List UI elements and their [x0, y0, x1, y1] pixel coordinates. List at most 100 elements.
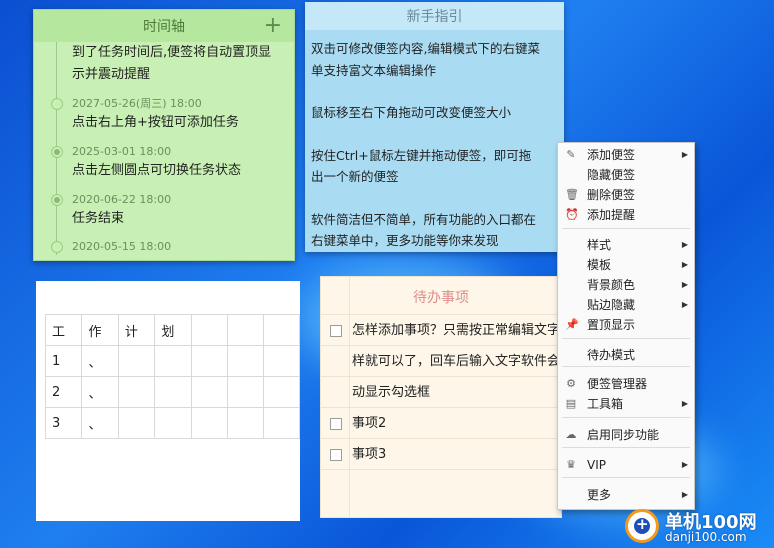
- menu-separator: [562, 477, 690, 478]
- menu-item[interactable]: 🗑 删除便签: [558, 185, 694, 205]
- table-cell[interactable]: [154, 407, 192, 439]
- menu-separator: [562, 366, 690, 367]
- todo-item[interactable]: 怎样添加事项？只需按正常编辑文字: [321, 315, 561, 346]
- timeline-task: 点击右上角+按钮可添加任务: [72, 115, 239, 130]
- table-cell[interactable]: [226, 314, 264, 346]
- guide-line: 单支持富文本编辑操作: [311, 62, 437, 78]
- guide-body: 双击可修改便签内容,编辑模式下的右键菜 单支持富文本编辑操作 鼠标移至右下角拖动…: [305, 30, 564, 252]
- context-menu: ✎ 添加便签 ▶ 隐藏便签 🗑 删除便签 ⏰ 添加提醒 样式 ▶ 模板 ▶ 背景颜色 ▶ 贴边隐藏 ▶ 📌 置顶显…: [557, 142, 695, 510]
- menu-item[interactable]: 背景颜色 ▶: [558, 275, 694, 295]
- timeline-task: 点击左侧圆点可切换任务状态: [72, 163, 242, 178]
- timeline-date: 2027-05-26(周三) 18:00: [72, 97, 202, 110]
- crown-icon: ♛: [566, 458, 576, 471]
- table-cell[interactable]: 、: [81, 345, 119, 377]
- todo-checkbox[interactable]: [330, 418, 342, 430]
- menu-item[interactable]: 隐藏便签: [558, 165, 694, 185]
- table-cell[interactable]: [190, 376, 228, 408]
- trash-icon: 🗑: [565, 188, 579, 201]
- table-cell[interactable]: [190, 345, 228, 377]
- todo-note[interactable]: 待办事项 怎样添加事项？只需按正常编辑文字 样就可以了，回车后输入文字软件会 动显示…: [320, 276, 562, 518]
- timeline-task: 任务结束: [72, 211, 125, 226]
- menu-item-label: 隐藏便签: [587, 168, 636, 182]
- table-cell[interactable]: [154, 376, 192, 408]
- add-note-icon: ✎: [566, 148, 576, 161]
- menu-item-label: 样式: [587, 238, 612, 252]
- gear-icon: ⚙: [566, 377, 576, 390]
- guide-paragraph: 按住Ctrl+鼠标左键并拖动便签，即可拖 出一个新的便签: [311, 145, 558, 188]
- menu-item[interactable]: 📌 置顶显示: [558, 315, 694, 335]
- menu-item-label: 贴边隐藏: [587, 298, 636, 312]
- table-cell[interactable]: [190, 407, 228, 439]
- todo-item[interactable]: 动显示勾选框: [321, 377, 561, 408]
- plan-table[interactable]: 工作计划 1、 2、 3、: [44, 314, 301, 439]
- table-cell[interactable]: [262, 345, 301, 377]
- table-cell[interactable]: [262, 376, 301, 408]
- table-cell[interactable]: [154, 345, 192, 377]
- todo-item[interactable]: 事项3: [321, 439, 561, 470]
- guide-line: 软件简洁但不简单，所有功能的入口都在: [311, 211, 537, 227]
- table-row: 工作计划: [44, 314, 301, 346]
- menu-item-label: 便签管理器: [587, 377, 648, 391]
- watermark-url: danji100.com: [665, 530, 747, 544]
- table-cell[interactable]: [117, 376, 156, 408]
- menu-item[interactable]: ♛ VIP ▶: [558, 455, 694, 475]
- plus-icon[interactable]: +: [264, 12, 282, 40]
- todo-item[interactable]: 样就可以了，回车后输入文字软件会: [321, 346, 561, 377]
- todo-text: 怎样添加事项？只需按正常编辑文字: [352, 323, 561, 338]
- timeline-status-dot[interactable]: [51, 98, 63, 110]
- table-cell[interactable]: [262, 314, 301, 346]
- table-cell[interactable]: [226, 376, 264, 408]
- menu-item[interactable]: 更多 ▶: [558, 485, 694, 505]
- timeline-top-text: 到了任务时间后,便签将自动置顶显: [72, 45, 272, 60]
- table-cell[interactable]: 计: [117, 314, 156, 346]
- menu-item-label: 工具箱: [587, 397, 624, 411]
- menu-item[interactable]: ☁ 启用同步功能: [558, 425, 694, 445]
- timeline-status-dot[interactable]: [51, 146, 63, 158]
- timeline-item: 2020-05-15 18:00: [51, 238, 284, 255]
- menu-item[interactable]: 模板 ▶: [558, 255, 694, 275]
- table-cell[interactable]: [226, 407, 264, 439]
- table-note[interactable]: 工作计划 1、 2、 3、: [36, 281, 301, 521]
- table-cell[interactable]: 、: [81, 376, 119, 408]
- chevron-right-icon: ▶: [681, 490, 688, 499]
- menu-item-label: 置顶显示: [587, 318, 636, 332]
- menu-item[interactable]: ⏰ 添加提醒: [558, 205, 694, 225]
- menu-item-label: 背景颜色: [587, 278, 636, 292]
- table-cell[interactable]: [117, 345, 156, 377]
- timeline-date: 2025-03-01 18:00: [72, 145, 172, 158]
- menu-item[interactable]: ▤ 工具箱 ▶: [558, 394, 694, 414]
- table-cell[interactable]: 2: [44, 376, 83, 408]
- menu-item[interactable]: ⚙ 便签管理器: [558, 374, 694, 394]
- menu-item[interactable]: 样式 ▶: [558, 235, 694, 255]
- table-cell[interactable]: 工: [44, 314, 83, 346]
- table-cell[interactable]: 1: [44, 345, 83, 377]
- timeline-body: 到了任务时间后,便签将自动置顶显 示并震动提醒 2027-05-26(周三) 1…: [34, 42, 294, 255]
- timeline-note[interactable]: 时间轴 + 到了任务时间后,便签将自动置顶显 示并震动提醒 2027-05-26…: [33, 9, 295, 261]
- table-cell[interactable]: [190, 314, 228, 346]
- guide-paragraph: 软件简洁但不简单，所有功能的入口都在 右键菜单中，更多功能等你来发现: [311, 209, 558, 252]
- menu-item[interactable]: ✎ 添加便签 ▶: [558, 145, 694, 165]
- menu-item[interactable]: 贴边隐藏 ▶: [558, 295, 694, 315]
- todo-text: 样就可以了，回车后输入文字软件会: [352, 354, 561, 369]
- todo-checkbox[interactable]: [330, 449, 342, 461]
- alarm-clock-icon: ⏰: [565, 208, 579, 221]
- todo-checkbox[interactable]: [330, 325, 342, 337]
- todo-item[interactable]: 事项2: [321, 408, 561, 439]
- table-cell[interactable]: [226, 345, 264, 377]
- timeline-item: 2027-05-26(周三) 18:00 点击右上角+按钮可添加任务: [51, 95, 284, 134]
- chevron-right-icon: ▶: [681, 280, 688, 289]
- menu-item-label: 添加提醒: [587, 208, 636, 222]
- guide-line: 右键菜单中，更多功能等你来发现: [311, 233, 499, 248]
- timeline-status-dot[interactable]: [51, 241, 63, 253]
- table-cell[interactable]: 作: [81, 314, 119, 346]
- table-cell[interactable]: 、: [81, 407, 119, 439]
- table-cell[interactable]: 3: [44, 407, 83, 439]
- table-cell[interactable]: [117, 407, 156, 439]
- timeline-status-dot[interactable]: [51, 194, 63, 206]
- table-row: 3、: [44, 407, 301, 439]
- guide-note[interactable]: 新手指引 双击可修改便签内容,编辑模式下的右键菜 单支持富文本编辑操作 鼠标移至…: [305, 2, 564, 252]
- table-cell[interactable]: [262, 407, 301, 439]
- table-cell[interactable]: 划: [154, 314, 192, 346]
- menu-separator: [562, 447, 690, 448]
- menu-item[interactable]: 待办模式: [558, 345, 694, 365]
